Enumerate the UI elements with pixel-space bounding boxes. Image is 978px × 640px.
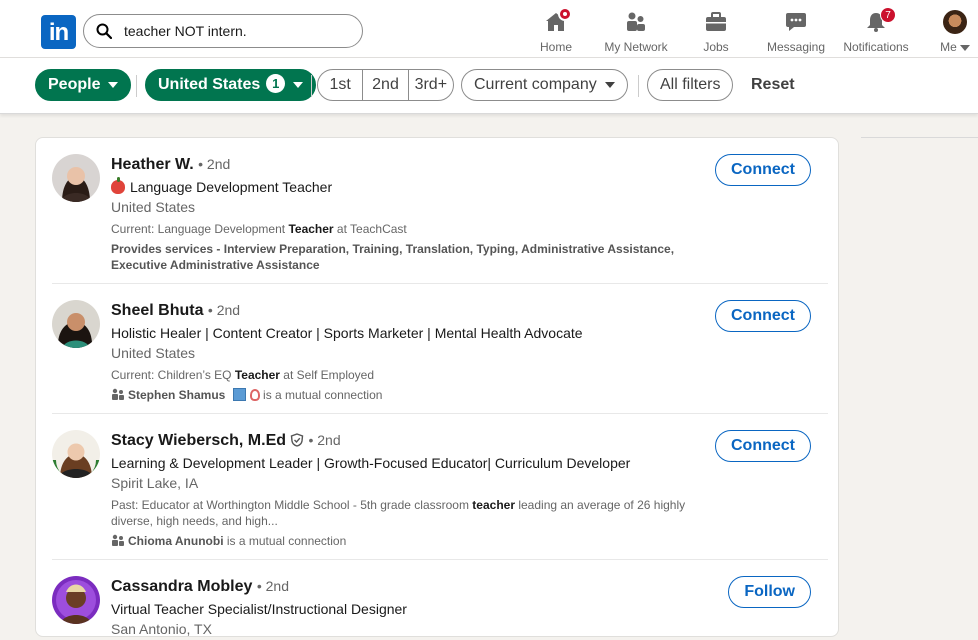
result-info: Heather W. • 2nd Language Development Te… [111,154,701,273]
flag-icon [232,388,246,401]
avatar[interactable] [52,430,100,478]
reset-button[interactable]: Reset [751,76,795,94]
nav-messaging-label: Messaging [766,40,826,54]
services-text: Provides services - Interview Preparatio… [111,242,675,272]
home-icon [544,7,572,34]
nav-notifications-label: Notifications [843,40,909,54]
filter-people-label: People [48,76,101,93]
profile-headline: Holistic Healer | Content Creator | Spor… [111,325,583,341]
connection-degree: • 2nd [308,432,341,448]
ribbon-icon [249,389,260,401]
nav-my-network-label: My Network [604,40,668,54]
filter-current-company-button[interactable]: Current company [461,69,628,101]
list-item: Cassandra Mobley • 2nd Virtual Teacher S… [52,560,828,640]
search-filter-bar: People United States 1 1st 2nd 3rd+ Curre… [0,58,978,114]
connect-button[interactable]: Connect [715,300,811,332]
notifications-count-badge: 7 [880,7,896,23]
filter-1st-button[interactable]: 1st [318,70,364,100]
profile-location: San Antonio, TX [111,621,212,637]
list-item: Heather W. • 2nd Language Development Te… [52,154,828,284]
linkedin-logo[interactable]: in [41,15,76,49]
connection-degree: • 2nd [198,156,231,172]
mutual-connection: Chioma Anunobi is a mutual connection [111,533,701,549]
profile-name-link[interactable]: Cassandra Mobley [111,578,252,595]
result-info: Cassandra Mobley • 2nd Virtual Teacher S… [111,576,701,639]
profile-headline: Virtual Teacher Specialist/Instructional… [111,601,407,617]
filter-divider [311,75,312,97]
filter-divider [638,75,639,97]
connection-degree: • 2nd [207,302,241,318]
profile-location: Spirit Lake, IA [111,475,199,491]
mutual-connection: Stephen Shamus is a mutual connection [111,387,701,403]
filter-location-count-badge: 1 [266,74,286,93]
avatar[interactable] [52,300,100,348]
search-box[interactable] [83,14,363,48]
search-results-card: Heather W. • 2nd Language Development Te… [35,137,839,637]
filter-location-button[interactable]: United States 1 [145,69,317,101]
profile-headline: Language Development Teacher [130,179,333,195]
apple-icon [111,177,125,194]
home-notification-dot [558,7,572,21]
list-item: Stacy Wiebersch, M.Ed • 2nd Learning & D… [52,414,828,560]
global-nav: in Home My Network Jobs Messaging 7 [0,0,978,58]
people-icon [112,388,124,400]
aside-divider [861,137,978,138]
search-input[interactable] [124,15,354,47]
mutual-connection-name[interactable]: Chioma Anunobi [128,534,224,548]
filter-divider [136,75,137,97]
nav-notifications[interactable]: 7 Notifications [842,7,910,54]
profile-location: United States [111,199,196,215]
nav-jobs-label: Jobs [703,40,729,54]
nav-me-label: Me [938,40,972,54]
current-position: Current: Children’s EQ Teacher at Self E… [111,368,375,382]
profile-name-link[interactable]: Heather W. [111,156,194,173]
nav-jobs[interactable]: Jobs [699,10,733,54]
me-avatar [943,10,967,34]
connection-degree: • 2nd [256,578,289,594]
profile-name-link[interactable]: Sheel Bhuta [111,302,203,319]
nav-my-network[interactable]: My Network [602,10,670,54]
nav-messaging[interactable]: Messaging [765,10,827,54]
chevron-down-icon [108,81,119,88]
filter-location-label: United States [158,76,261,93]
nav-home[interactable]: Home [536,7,576,54]
connect-button[interactable]: Connect [715,154,811,186]
current-position: Current: Language Development Teacher at… [111,222,407,236]
network-icon [624,10,648,34]
profile-name-link[interactable]: Stacy Wiebersch, M.Ed [111,432,286,449]
briefcase-icon [704,10,728,34]
filter-people-button[interactable]: People [35,69,132,101]
connection-degree-filter: 1st 2nd 3rd+ [317,69,454,101]
nav-home-label: Home [539,40,572,54]
filter-current-company-label: Current company [474,76,597,93]
profile-location: United States [111,345,196,361]
avatar[interactable] [52,154,100,202]
nav-me[interactable]: Me [938,10,972,54]
follow-button[interactable]: Follow [728,576,811,608]
connect-button[interactable]: Connect [715,430,811,462]
filter-2nd-button[interactable]: 2nd [363,70,409,100]
mutual-connection-name[interactable]: Stephen Shamus [128,388,225,402]
all-filters-button[interactable]: All filters [647,69,734,101]
search-icon [96,23,112,39]
profile-headline: Learning & Development Leader | Growth-F… [111,455,631,471]
chevron-down-icon [959,44,970,51]
result-info: Stacy Wiebersch, M.Ed • 2nd Learning & D… [111,430,701,549]
result-info: Sheel Bhuta • 2nd Holistic Healer | Cont… [111,300,701,403]
avatar[interactable] [52,576,100,624]
verified-shield-icon [290,433,304,447]
bell-icon: 7 [864,7,896,34]
past-position: Past: Educator at Worthington Middle Sch… [111,498,686,528]
message-icon [784,10,808,34]
list-item: Sheel Bhuta • 2nd Holistic Healer | Cont… [52,284,828,414]
chevron-down-icon [293,81,304,88]
filter-3rd-button[interactable]: 3rd+ [409,70,453,100]
people-icon [112,534,124,546]
chevron-down-icon [604,81,615,88]
